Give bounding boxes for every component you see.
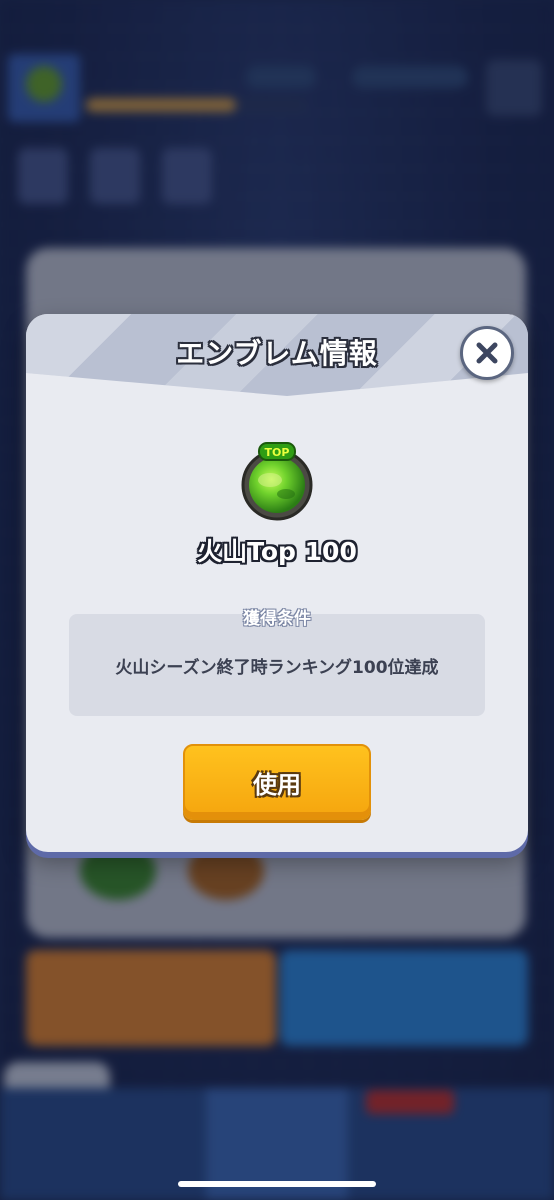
home-indicator (178, 1181, 376, 1187)
emblem-name: 火山Top 100 (197, 537, 357, 566)
close-icon (476, 342, 498, 364)
use-button[interactable]: 使用 (183, 744, 371, 820)
green-planet-emblem-icon: TOP (236, 440, 318, 522)
top-badge-text: TOP (265, 446, 290, 459)
modal-title: エンブレム情報 (176, 337, 378, 370)
condition-box: 火山シーズン終了時ランキング100位達成 (69, 614, 485, 716)
use-button-label: 使用 (253, 770, 301, 799)
close-button[interactable] (460, 326, 514, 380)
condition-text: 火山シーズン終了時ランキング100位達成 (115, 657, 439, 678)
condition-label: 獲得条件 (243, 609, 311, 629)
